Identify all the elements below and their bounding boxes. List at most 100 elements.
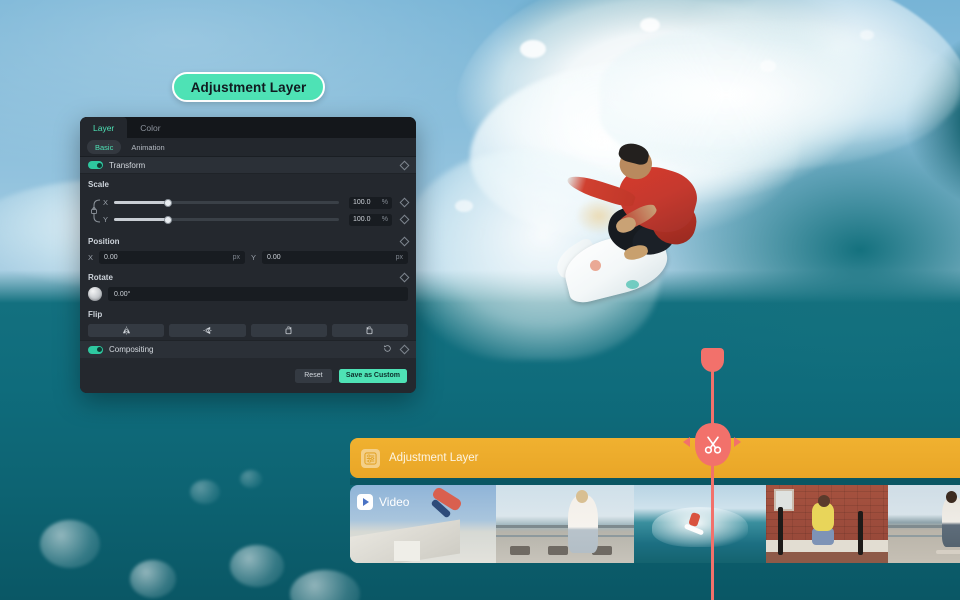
position-keyframe-icon[interactable] — [400, 237, 410, 247]
adjustment-layer-badge-label: Adjustment Layer — [191, 80, 307, 95]
panel-subtab-bar: Basic Animation — [80, 138, 416, 157]
rotate-input[interactable]: 0.00° — [108, 287, 408, 301]
tab-layer-label: Layer — [93, 123, 114, 133]
video-clip-surfer-wave[interactable] — [634, 485, 766, 563]
scale-link-lock[interactable] — [88, 196, 103, 226]
surfer-figure — [560, 140, 740, 330]
reset-button-label: Reset — [304, 372, 322, 379]
compositing-reset-button[interactable] — [383, 344, 392, 355]
adjustment-layer-track-title: Adjustment Layer — [389, 452, 479, 464]
flip-buttons — [88, 324, 408, 337]
position-x-axis-label: X — [88, 253, 95, 262]
subtab-animation[interactable]: Animation — [127, 143, 168, 152]
properties-panel: Layer Color Basic Animation Transform — [80, 117, 416, 393]
rotate-header: Rotate — [88, 273, 408, 282]
position-section: Position X 0.00 px Y 0.00 — [80, 228, 416, 264]
rotate-label: Rotate — [88, 273, 113, 282]
scale-y-slider[interactable] — [114, 218, 339, 221]
transform-toggle[interactable] — [88, 161, 103, 169]
scale-y-value: 100.0 — [353, 216, 371, 223]
compositing-toggle[interactable] — [88, 346, 103, 354]
scale-y-axis-label: Y — [103, 215, 114, 224]
spray-droplet — [640, 18, 660, 32]
transform-section-header: Transform — [80, 157, 416, 174]
adjustment-layer-icon — [361, 449, 380, 468]
save-as-custom-button[interactable]: Save as Custom — [339, 369, 407, 383]
scale-x-slider[interactable] — [114, 201, 339, 204]
surfboard-sticker — [590, 260, 601, 271]
tab-layer[interactable]: Layer — [80, 117, 127, 138]
scale-y-value-box[interactable]: 100.0 % — [349, 214, 392, 226]
foam-bubble — [190, 480, 220, 504]
play-icon — [357, 494, 373, 510]
split-button[interactable] — [695, 423, 731, 466]
adjustment-layer-track[interactable]: Adjustment Layer — [350, 438, 960, 478]
scale-section: Scale X — [80, 174, 416, 228]
scale-y-keyframe-icon[interactable] — [400, 215, 410, 225]
video-clip-man-brick-wall[interactable] — [766, 485, 888, 563]
flip-label: Flip — [88, 310, 102, 319]
scale-x-keyframe-icon[interactable] — [400, 198, 410, 208]
sliders-icon — [364, 452, 377, 465]
rotate-counterclockwise-button[interactable] — [332, 324, 408, 337]
rotate-dial[interactable] — [88, 287, 102, 301]
video-clip-skater-pier[interactable] — [888, 485, 960, 563]
position-y-value: 0.00 — [267, 254, 281, 261]
scale-slider-rows: X 100.0 % Y — [103, 194, 408, 228]
scale-x-value-box[interactable]: 100.0 % — [349, 197, 392, 209]
scale-sliders: X 100.0 % Y — [88, 194, 408, 228]
reset-button[interactable]: Reset — [295, 369, 332, 383]
scale-x-value: 100.0 — [353, 199, 371, 206]
foam-bubble — [130, 560, 176, 598]
position-x-value: 0.00 — [104, 254, 118, 261]
adjustment-layer-badge: Adjustment Layer — [172, 72, 325, 102]
foam-bubble — [40, 520, 100, 568]
compositing-keyframe-icon[interactable] — [400, 345, 410, 355]
position-x-input[interactable]: 0.00 px — [99, 251, 245, 264]
transform-title: Transform — [109, 161, 401, 170]
scale-y-slider-knob[interactable] — [164, 216, 172, 224]
flip-vertical-icon — [203, 326, 212, 335]
flip-header: Flip — [88, 310, 408, 319]
spray-droplet — [520, 40, 546, 58]
tab-color-label: Color — [140, 123, 160, 133]
rotate-section: Rotate 0.00° — [80, 264, 416, 301]
video-clip-skateboard-jump[interactable]: Video — [350, 485, 496, 563]
flip-vertical-button[interactable] — [169, 324, 245, 337]
scale-x-slider-knob[interactable] — [164, 199, 172, 207]
rotate-keyframe-icon[interactable] — [400, 273, 410, 283]
video-clip-label: Video — [357, 494, 409, 510]
rotate-clockwise-button[interactable] — [251, 324, 327, 337]
subtab-animation-label: Animation — [131, 143, 164, 152]
scale-y-row: Y 100.0 % — [103, 211, 408, 228]
save-as-custom-label: Save as Custom — [346, 372, 400, 379]
position-y-input[interactable]: 0.00 px — [262, 251, 408, 264]
split-arrow-right-icon — [734, 437, 741, 447]
screenshot-stage: Adjustment Layer Layer Color Basic Anima… — [0, 0, 960, 600]
foam-bubble — [240, 470, 262, 488]
spray-droplet — [455, 200, 473, 212]
panel-body: Transform Scale — [80, 157, 416, 393]
panel-footer: Reset Save as Custom — [80, 358, 416, 393]
compositing-title: Compositing — [109, 345, 383, 354]
scissors-icon — [703, 435, 723, 455]
scale-label: Scale — [88, 180, 109, 189]
compositing-section-header: Compositing — [80, 340, 416, 358]
rotate-controls: 0.00° — [88, 287, 408, 301]
position-y-field: Y 0.00 px — [251, 251, 408, 264]
tab-color[interactable]: Color — [127, 117, 173, 138]
position-y-axis-label: Y — [251, 253, 258, 262]
spray-droplet — [760, 60, 776, 72]
transform-keyframe-icon[interactable] — [400, 160, 410, 170]
video-clip-woman-boardwalk[interactable] — [496, 485, 634, 563]
playhead-line — [711, 362, 714, 600]
undo-icon — [383, 344, 392, 353]
video-track[interactable]: Video — [350, 485, 960, 563]
position-x-field: X 0.00 px — [88, 251, 245, 264]
position-x-unit: px — [233, 254, 240, 261]
subtab-basic[interactable]: Basic — [87, 140, 121, 154]
position-header: Position — [88, 237, 408, 246]
position-label: Position — [88, 237, 120, 246]
flip-horizontal-button[interactable] — [88, 324, 164, 337]
video-track-label: Video — [379, 495, 409, 509]
